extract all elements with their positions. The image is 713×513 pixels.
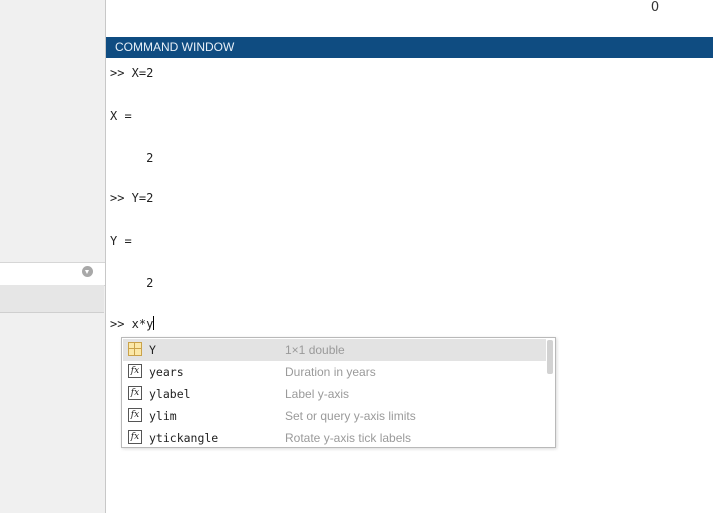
autocomplete-item[interactable]: Y 1×1 double [123, 339, 546, 361]
autocomplete-item[interactable]: fx years Duration in years [123, 361, 546, 383]
autocomplete-item[interactable]: fx ylabel Label y-axis [123, 383, 546, 405]
autocomplete-item-description: Set or query y-axis limits [285, 409, 416, 423]
command-input-text[interactable]: >> x*y [110, 317, 153, 331]
console-line: >> Y=2 [110, 191, 154, 205]
autocomplete-item-name: ylabel [149, 387, 191, 401]
workspace-value: 0 [650, 0, 660, 15]
function-icon: fx [128, 408, 142, 422]
autocomplete-item-description: Duration in years [285, 365, 376, 379]
left-panel [0, 0, 106, 513]
function-icon: fx [128, 364, 142, 378]
autocomplete-item[interactable]: fx ylim Set or query y-axis limits [123, 405, 546, 427]
autocomplete-item-name: ytickangle [149, 431, 219, 445]
console-line: Y = [110, 234, 132, 248]
console-line: X = [110, 109, 132, 123]
autocomplete-item-description: Label y-axis [285, 387, 350, 401]
left-panel-row[interactable] [0, 285, 104, 313]
autocomplete-scrollbar[interactable] [547, 340, 553, 374]
autocomplete-popup: Y 1×1 double fx years Duration in years … [121, 337, 556, 448]
autocomplete-item-description: Rotate y-axis tick labels [285, 431, 412, 445]
autocomplete-item-name: ylim [149, 409, 177, 423]
collapse-arrow-icon[interactable] [82, 266, 93, 277]
function-icon: fx [128, 430, 142, 444]
autocomplete-item-name: years [149, 365, 184, 379]
autocomplete-item-description: 1×1 double [285, 343, 345, 357]
function-icon: fx [128, 386, 142, 400]
variable-icon [128, 342, 142, 356]
console-line: 2 [110, 276, 154, 290]
command-input-line[interactable]: >> x*y [110, 316, 155, 331]
console-line: >> X=2 [110, 66, 154, 80]
autocomplete-item[interactable]: fx ytickangle Rotate y-axis tick labels [123, 427, 546, 449]
autocomplete-item-name: Y [149, 343, 156, 357]
text-cursor [153, 316, 155, 330]
command-window-header: COMMAND WINDOW [106, 37, 713, 58]
console-line: 2 [110, 151, 154, 165]
